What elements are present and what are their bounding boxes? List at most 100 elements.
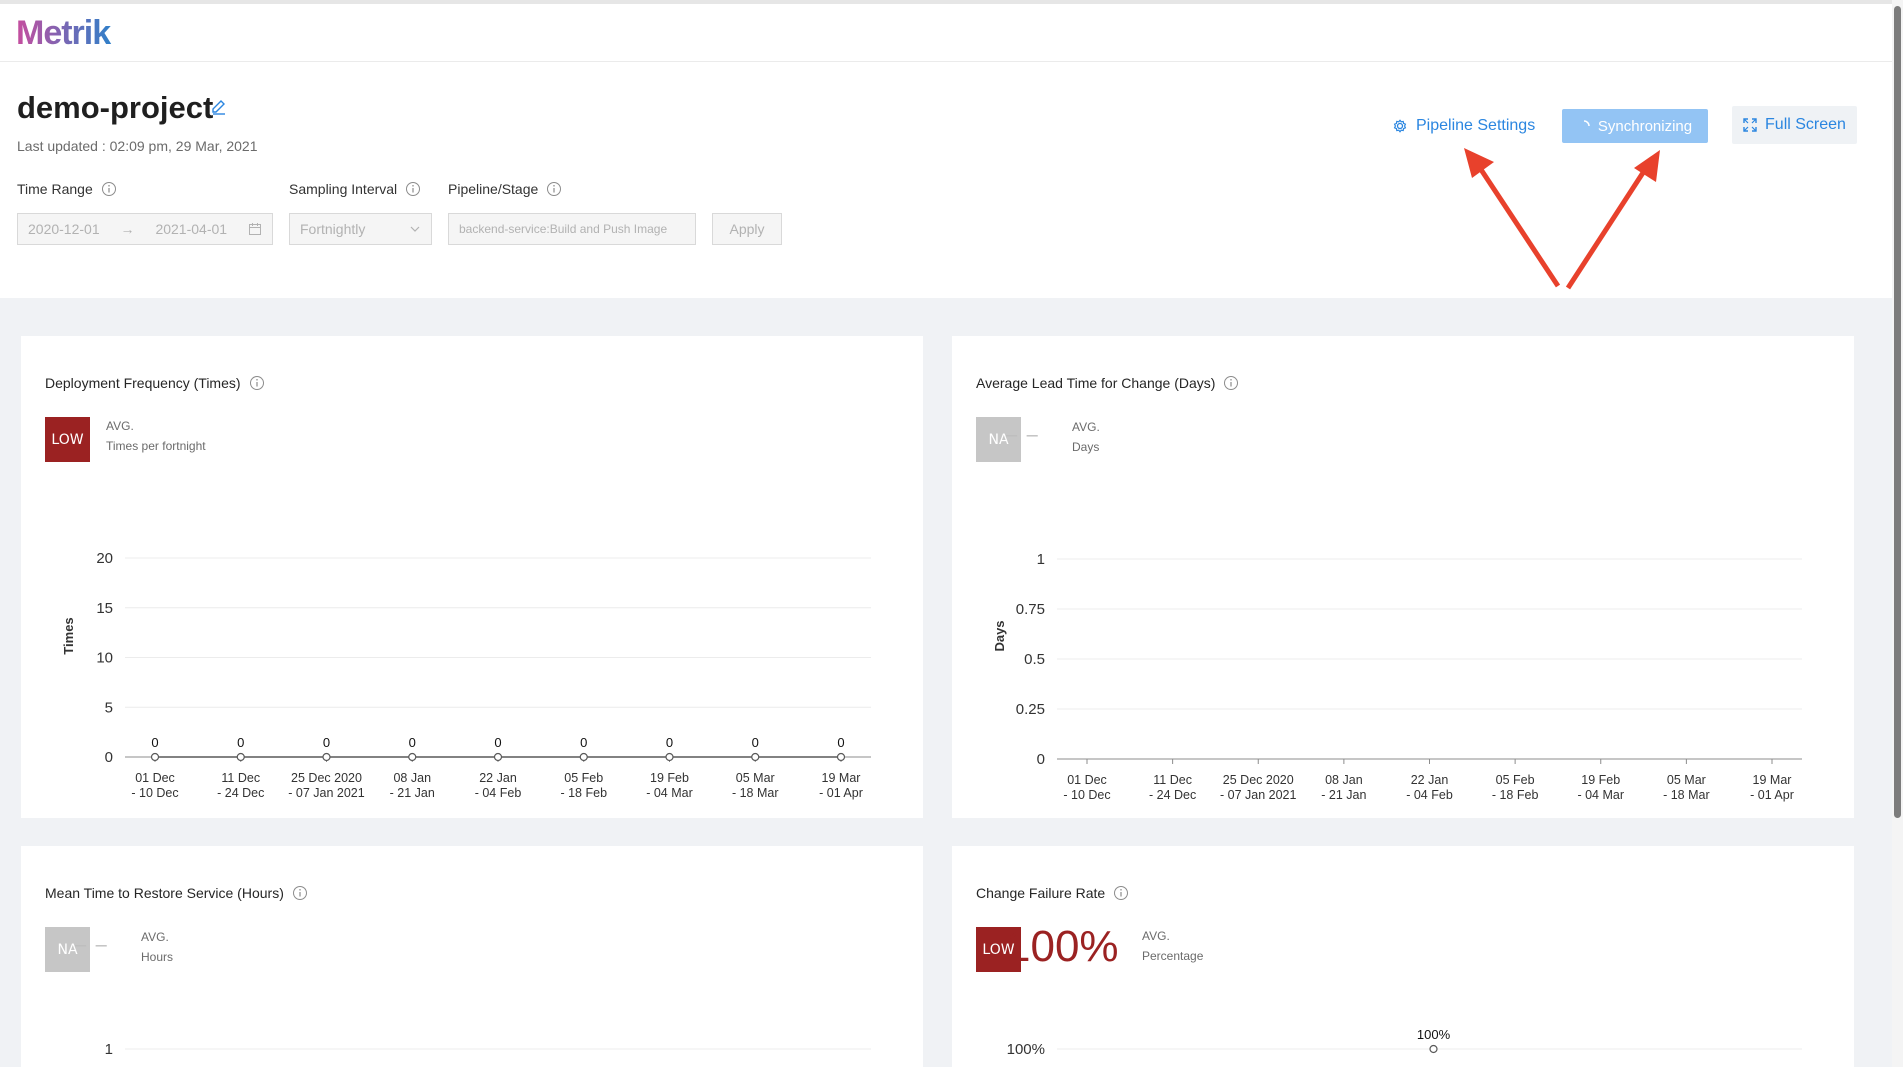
scrollbar-thumb[interactable] xyxy=(1894,6,1901,818)
x-tick-label: 19 Feb xyxy=(650,771,689,785)
x-tick-label: - 10 Dec xyxy=(131,786,178,800)
x-tick-label: 22 Jan xyxy=(479,771,517,785)
pipeline-stage-label-text: Pipeline/Stage xyxy=(448,181,539,197)
pipeline-stage-select[interactable]: backend-service:Build and Push Image xyxy=(448,213,696,245)
data-label: 0 xyxy=(151,735,158,750)
edit-icon[interactable] xyxy=(210,98,228,116)
time-range-picker[interactable]: 2020-12-01 → 2021-04-01 xyxy=(17,213,273,245)
loading-spinner-icon xyxy=(1583,120,1590,127)
pipeline-stage-label: Pipeline/Stage xyxy=(448,181,562,197)
x-tick-label: 25 Dec 2020 xyxy=(1223,773,1294,787)
x-tick-label: 19 Mar xyxy=(822,771,861,785)
full-screen-button[interactable]: Full Screen xyxy=(1732,106,1857,144)
info-icon[interactable] xyxy=(546,181,562,197)
info-icon[interactable] xyxy=(249,375,265,391)
data-label: 0 xyxy=(580,735,587,750)
x-tick-label: - 21 Jan xyxy=(1321,788,1366,802)
y-tick-label: 0 xyxy=(105,749,113,766)
data-label: 0 xyxy=(237,735,244,750)
synchronizing-label: Synchronizing xyxy=(1597,117,1693,135)
data-point xyxy=(322,752,331,762)
info-icon[interactable] xyxy=(405,181,421,197)
x-tick-label: - 21 Jan xyxy=(390,786,435,800)
avg-value: 100% xyxy=(1006,922,1119,971)
x-tick-label: 01 Dec xyxy=(135,771,175,785)
metrik-logo[interactable]: Metrik xyxy=(16,12,136,65)
calendar-icon xyxy=(248,223,261,235)
x-tick-label: - 18 Mar xyxy=(1663,788,1710,802)
sampling-interval-select[interactable]: Fortnightly xyxy=(289,213,432,245)
time-range-label: Time Range xyxy=(17,181,117,197)
annotation-arrow-left xyxy=(1464,148,1561,288)
info-icon[interactable] xyxy=(1223,375,1239,391)
x-tick-label: 05 Feb xyxy=(564,771,603,785)
info-icon[interactable] xyxy=(292,885,308,901)
card-title: Change Failure Rate xyxy=(976,885,1129,901)
avg-label: AVG. xyxy=(141,930,169,944)
x-tick-label: - 04 Mar xyxy=(646,786,693,800)
end-date-input[interactable]: 2021-04-01 xyxy=(155,221,227,237)
x-tick-label: 19 Mar xyxy=(1753,773,1792,787)
time-range-label-text: Time Range xyxy=(17,181,93,197)
pipeline-stage-value: backend-service:Build and Push Image xyxy=(459,222,668,236)
card-title-text: Change Failure Rate xyxy=(976,885,1106,901)
info-icon[interactable] xyxy=(101,181,117,197)
pipeline-settings-button[interactable]: Pipeline Settings xyxy=(1382,108,1545,144)
vertical-scrollbar[interactable] xyxy=(1892,0,1903,1067)
x-tick-label: 22 Jan xyxy=(1411,773,1449,787)
apply-button[interactable]: Apply xyxy=(712,213,782,245)
deployment-frequency-card: Deployment Frequency (Times) LOW AVG. Ti… xyxy=(21,336,923,818)
data-point xyxy=(493,752,503,762)
change-failure-rate-card: Change Failure Rate LOW 100% AVG. Percen… xyxy=(952,846,1854,1067)
card-title: Average Lead Time for Change (Days) xyxy=(976,375,1239,391)
x-tick-label: 01 Dec xyxy=(1067,773,1107,787)
y-tick-label: 1 xyxy=(1037,551,1045,568)
avg-unit: Times per fortnight xyxy=(106,439,206,453)
top-bar: Metrik xyxy=(0,0,1892,62)
data-point xyxy=(665,752,674,762)
data-label: 0 xyxy=(666,735,673,750)
sampling-interval-label: Sampling Interval xyxy=(289,181,421,197)
expand-icon xyxy=(1743,118,1757,132)
change-failure-rate-chart: 100% 100% xyxy=(1007,1027,1802,1058)
x-tick-label: 05 Mar xyxy=(736,771,775,785)
y-tick-label: 5 xyxy=(105,699,113,716)
start-date-input[interactable]: 2020-12-01 xyxy=(28,221,100,237)
y-tick-label: 1 xyxy=(105,1041,113,1058)
avg-value: – – xyxy=(1006,424,1040,446)
data-label: 0 xyxy=(409,735,416,750)
avg-unit: Percentage xyxy=(1142,949,1204,963)
last-updated-text: Last updated : 02:09 pm, 29 Mar, 2021 xyxy=(17,138,258,154)
y-tick-label: 0.75 xyxy=(1016,601,1045,618)
synchronizing-button[interactable]: Synchronizing xyxy=(1562,109,1708,143)
y-tick-label: 10 xyxy=(96,650,113,667)
card-title-text: Deployment Frequency (Times) xyxy=(45,375,241,391)
chevron-down-icon xyxy=(410,226,420,232)
y-tick-label: 0.25 xyxy=(1016,701,1045,718)
x-tick-label: 05 Mar xyxy=(1667,773,1706,787)
y-axis-label: Times xyxy=(61,617,76,654)
x-tick-label: 25 Dec 2020 xyxy=(291,771,362,785)
avg-label: AVG. xyxy=(1142,929,1170,943)
x-tick-label: 08 Jan xyxy=(1325,773,1363,787)
x-tick-label: 05 Feb xyxy=(1496,773,1535,787)
y-tick-label: 100% xyxy=(1007,1041,1045,1058)
annotation-arrow-right xyxy=(1565,150,1660,290)
data-label: 0 xyxy=(752,735,759,750)
x-tick-label: 11 Dec xyxy=(1153,773,1192,787)
x-tick-label: - 24 Dec xyxy=(1149,788,1196,802)
data-label: 0 xyxy=(837,735,844,750)
x-tick-label: - 24 Dec xyxy=(217,786,264,800)
full-screen-label: Full Screen xyxy=(1765,116,1846,133)
lead-time-card: Average Lead Time for Change (Days) NA –… xyxy=(952,336,1854,818)
avg-caption: AVG. Times per fortnight xyxy=(106,416,206,456)
x-tick-label: - 04 Feb xyxy=(1406,788,1453,802)
info-icon[interactable] xyxy=(1113,885,1129,901)
svg-text:Metrik: Metrik xyxy=(16,14,111,52)
avg-label: AVG. xyxy=(106,419,134,433)
sampling-interval-value: Fortnightly xyxy=(300,221,366,237)
x-tick-label: - 04 Mar xyxy=(1577,788,1624,802)
x-tick-label: 19 Feb xyxy=(1581,773,1620,787)
avg-unit: Days xyxy=(1072,440,1100,454)
avg-unit: Hours xyxy=(141,950,174,964)
